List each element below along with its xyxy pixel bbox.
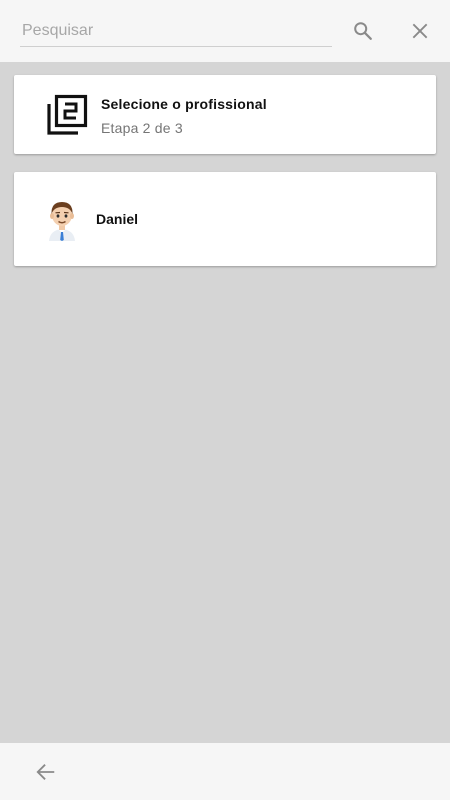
back-button[interactable]	[32, 758, 60, 786]
professional-name: Daniel	[96, 211, 139, 227]
search-field	[20, 16, 332, 47]
step-card: Selecione o profissional Etapa 2 de 3	[14, 75, 436, 154]
step-subtitle: Etapa 2 de 3	[101, 120, 183, 136]
arrow-back-icon	[36, 764, 55, 780]
search-icon	[354, 22, 372, 40]
filter-2-icon	[47, 94, 88, 135]
avatar-man-icon	[49, 202, 75, 241]
search-input[interactable]	[20, 16, 332, 46]
search-button[interactable]	[348, 16, 378, 46]
step-title: Selecione o profissional	[101, 96, 267, 112]
search-toolbar	[0, 0, 450, 62]
close-button[interactable]	[405, 16, 435, 46]
professional-list-item[interactable]: Daniel	[14, 172, 436, 266]
bottom-bar	[0, 743, 450, 800]
close-icon	[412, 23, 428, 39]
